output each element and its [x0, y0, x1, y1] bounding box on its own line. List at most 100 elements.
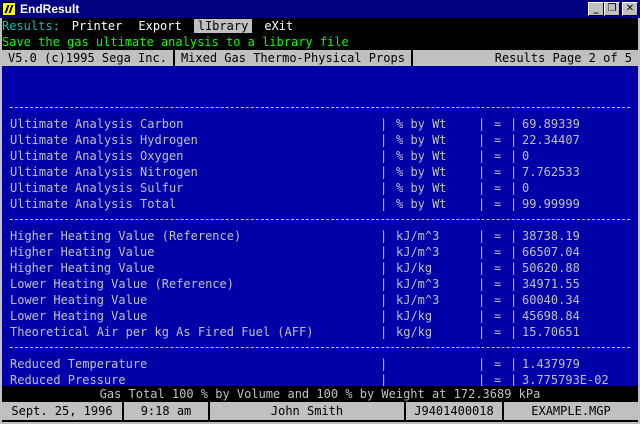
- result-label: Higher Heating Value: [10, 245, 155, 259]
- app-icon[interactable]: [2, 2, 16, 16]
- menu-item-export[interactable]: Export: [134, 19, 185, 33]
- column-separator: |: [478, 277, 486, 291]
- menu-label: Results:: [2, 19, 60, 33]
- window-title: EndResult: [20, 2, 80, 16]
- result-unit: kg/kg: [396, 325, 433, 339]
- restore-icon[interactable]: ❐: [604, 2, 620, 16]
- result-label: Ultimate Analysis Total: [10, 197, 177, 211]
- column-separator: |: [510, 133, 518, 147]
- column-separator: |: [478, 261, 486, 275]
- status-file-name: EXAMPLE.MGP: [531, 404, 611, 418]
- column-separator: |: [380, 165, 388, 179]
- equals-sign: =: [494, 325, 502, 339]
- column-separator: |: [510, 293, 518, 307]
- column-separator: |: [380, 309, 388, 323]
- column-separator: |: [510, 197, 518, 211]
- close-icon[interactable]: ✕: [622, 2, 638, 16]
- result-row-nitrogen: Ultimate Analysis Nitrogen | % by Wt | =…: [2, 164, 638, 180]
- column-separator: |: [478, 245, 486, 259]
- result-row-theoretical-air: Theoretical Air per kg As Fired Fuel (AF…: [2, 324, 638, 340]
- equals-sign: =: [494, 357, 502, 371]
- column-separator: |: [380, 245, 388, 259]
- result-value: 15.70651: [522, 325, 580, 339]
- result-row-hhv-ref: Higher Heating Value (Reference) | kJ/m^…: [2, 228, 638, 244]
- column-separator: |: [510, 181, 518, 195]
- result-label: Lower Heating Value (Reference): [10, 277, 234, 291]
- result-value: 66507.04: [522, 245, 580, 259]
- result-row-lhv-m3: Lower Heating Value | kJ/m^3 | = | 60040…: [2, 292, 638, 308]
- result-value: 0: [522, 181, 530, 195]
- result-unit: kJ/m^3: [396, 229, 440, 243]
- column-separator: |: [380, 277, 388, 291]
- title-bar[interactable]: EndResult _ ❐ ✕: [0, 0, 640, 18]
- column-separator: |: [510, 309, 518, 323]
- result-unit: kJ/m^3: [396, 245, 440, 259]
- result-row-oxygen: Ultimate Analysis Oxygen | % by Wt | = |…: [2, 148, 638, 164]
- status-date: Sept. 25, 1996: [2, 402, 124, 420]
- column-separator: |: [478, 309, 486, 323]
- column-separator: |: [510, 261, 518, 275]
- column-separator: |: [510, 229, 518, 243]
- column-separator: |: [478, 181, 486, 195]
- result-row-carbon: Ultimate Analysis Carbon | % by Wt | = |…: [2, 116, 638, 132]
- result-unit: % by Wt: [396, 133, 447, 147]
- column-separator: |: [478, 229, 486, 243]
- equals-sign: =: [494, 229, 502, 243]
- menu-hint: Save the gas ultimate analysis to a libr…: [2, 35, 349, 49]
- result-value: 99.99999: [522, 197, 580, 211]
- result-unit: kJ/kg: [396, 309, 433, 323]
- divider: [10, 347, 630, 348]
- menu-item-printer[interactable]: Printer: [68, 19, 127, 33]
- result-label: Ultimate Analysis Nitrogen: [10, 165, 198, 179]
- column-separator: |: [510, 117, 518, 131]
- column-separator: |: [380, 149, 388, 163]
- equals-sign: =: [494, 261, 502, 275]
- result-row-hhv-kg: Higher Heating Value | kJ/kg | = | 50620…: [2, 260, 638, 276]
- result-unit: % by Wt: [396, 149, 447, 163]
- result-row-sulfur: Ultimate Analysis Sulfur | % by Wt | = |…: [2, 180, 638, 196]
- info-bar: V5.0 (c)1995 Sega Inc. Mixed Gas Thermo-…: [2, 50, 638, 66]
- result-label: Theoretical Air per kg As Fired Fuel (AF…: [10, 325, 314, 339]
- column-separator: |: [510, 277, 518, 291]
- result-unit: % by Wt: [396, 181, 447, 195]
- column-separator: |: [380, 197, 388, 211]
- status-job-number: J9401400018: [406, 402, 504, 420]
- result-value: 1.437979: [522, 357, 580, 371]
- equals-sign: =: [494, 309, 502, 323]
- results-panel: Ultimate Analysis Carbon | % by Wt | = |…: [2, 66, 638, 387]
- column-separator: |: [380, 325, 388, 339]
- column-separator: |: [380, 117, 388, 131]
- column-separator: |: [380, 181, 388, 195]
- status-time: 9:18 am: [124, 402, 210, 420]
- equals-sign: =: [494, 277, 502, 291]
- console-area: Results: Printer Export lIbrary eXit Sav…: [2, 18, 638, 422]
- column-separator: |: [510, 325, 518, 339]
- menu-bar: Results: Printer Export lIbrary eXit: [2, 18, 638, 34]
- result-label: Lower Heating Value: [10, 293, 148, 307]
- result-row-reduced-temperature: Reduced Temperature | | = | 1.437979: [2, 356, 638, 372]
- menu-item-exit[interactable]: eXit: [260, 19, 297, 33]
- menu-item-library[interactable]: lIbrary: [193, 19, 253, 33]
- result-value: 45698.84: [522, 309, 580, 323]
- result-row-hydrogen: Ultimate Analysis Hydrogen | % by Wt | =…: [2, 132, 638, 148]
- result-row-total: Ultimate Analysis Total | % by Wt | = | …: [2, 196, 638, 212]
- equals-sign: =: [494, 293, 502, 307]
- column-separator: |: [380, 229, 388, 243]
- minimize-icon[interactable]: _: [588, 2, 604, 16]
- result-row-hhv-m3: Higher Heating Value | kJ/m^3 | = | 6650…: [2, 244, 638, 260]
- result-label: Higher Heating Value: [10, 261, 155, 275]
- column-separator: |: [478, 117, 486, 131]
- equals-sign: =: [494, 117, 502, 131]
- result-label: Ultimate Analysis Hydrogen: [10, 133, 198, 147]
- equals-sign: =: [494, 133, 502, 147]
- result-label: Higher Heating Value (Reference): [10, 229, 242, 243]
- result-unit: kJ/m^3: [396, 277, 440, 291]
- result-label: Lower Heating Value: [10, 309, 148, 323]
- page-indicator: Results Page 2 of 5: [494, 51, 632, 65]
- column-separator: |: [478, 149, 486, 163]
- column-separator: |: [478, 197, 486, 211]
- equals-sign: =: [494, 245, 502, 259]
- status-user: John Smith: [210, 402, 406, 420]
- column-separator: |: [380, 357, 388, 371]
- result-unit: % by Wt: [396, 197, 447, 211]
